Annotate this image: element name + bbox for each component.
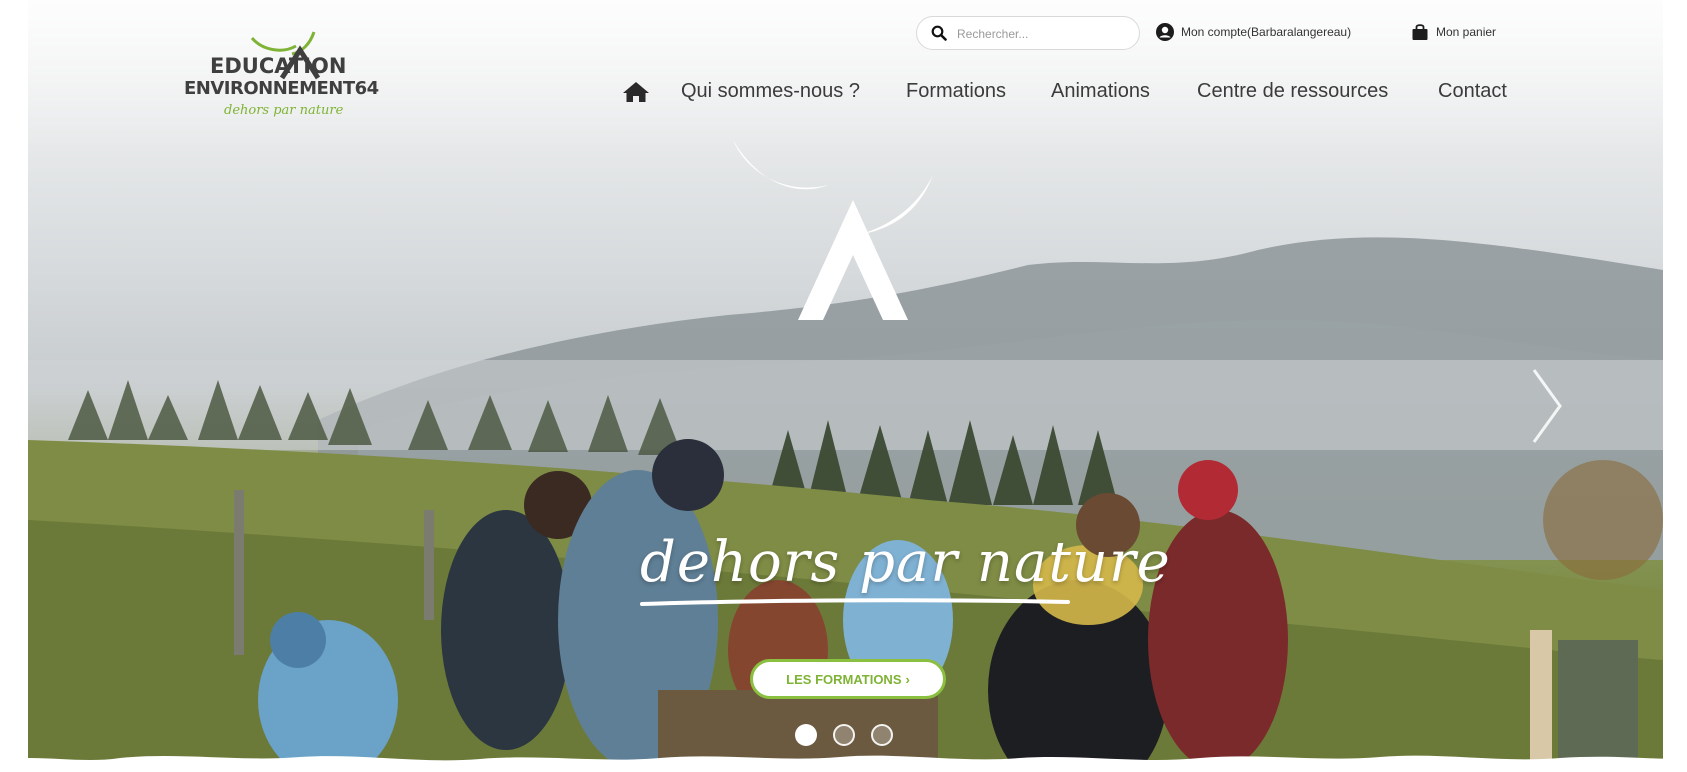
account-link[interactable]: Mon compte(Barbaralangereau): [1155, 22, 1351, 42]
nav-item-contact[interactable]: Contact: [1438, 80, 1507, 103]
home-icon[interactable]: [622, 80, 650, 104]
slider-pagination: [795, 724, 893, 746]
nav-item-animations[interactable]: Animations: [1051, 80, 1150, 103]
search-icon[interactable]: [931, 25, 947, 41]
nav-item-qui-sommes-nous[interactable]: Qui sommes-nous ?: [681, 80, 860, 103]
page: EDUCATION ENVIRONNEMENT64 dehors par nat…: [0, 0, 1687, 772]
search-box[interactable]: [916, 16, 1140, 50]
slider-dot-1[interactable]: [795, 724, 817, 746]
logo-text-education: EDUCATION: [210, 54, 347, 78]
chevron-right-icon[interactable]: [1528, 366, 1564, 446]
site-logo[interactable]: EDUCATION ENVIRONNEMENT64 dehors par nat…: [182, 20, 412, 130]
slider-dot-2[interactable]: [833, 724, 855, 746]
logo-text-environnement: ENVIRONNEMENT64: [184, 78, 379, 99]
shopping-bag-icon: [1412, 24, 1428, 40]
hero-headline: dehors par nature: [640, 530, 1171, 595]
cta-label: LES FORMATIONS: [786, 671, 902, 687]
cta-formations-button[interactable]: LES FORMATIONS ›: [750, 659, 946, 699]
nav-item-formations[interactable]: Formations: [906, 80, 1006, 103]
headline-underline: [640, 598, 1070, 606]
user-circle-icon: [1156, 23, 1174, 41]
logo-tagline: dehors par nature: [224, 103, 344, 118]
cart-label[interactable]: Mon panier: [1436, 25, 1496, 39]
account-label[interactable]: Mon compte(Barbaralangereau): [1181, 25, 1351, 39]
torn-paper-edge: [0, 755, 1687, 772]
search-input[interactable]: [955, 23, 1129, 45]
cart-link[interactable]: Mon panier: [1410, 22, 1496, 42]
nav-item-centre-de-ressources[interactable]: Centre de ressources: [1197, 80, 1388, 103]
slider-dot-3[interactable]: [871, 724, 893, 746]
cta-arrow-icon: ›: [905, 671, 910, 687]
